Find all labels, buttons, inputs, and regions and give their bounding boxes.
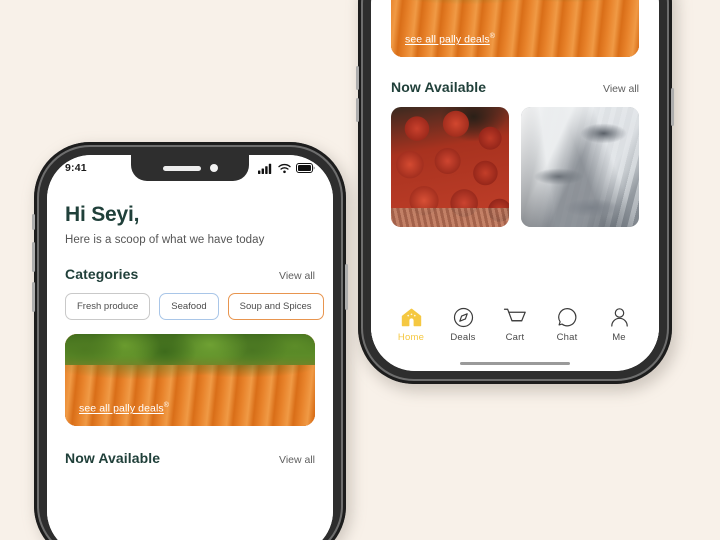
- tab-home-label: Home: [397, 331, 425, 343]
- front-pally-deals-banner[interactable]: see all pally deals®: [65, 334, 315, 426]
- tab-deals[interactable]: Deals: [440, 307, 486, 343]
- front-banner-link-text: see all pally deals: [79, 402, 164, 414]
- compass-icon: [453, 307, 474, 329]
- carrots-photo: [391, 0, 639, 57]
- back-now-available-view-all-link[interactable]: View all: [603, 83, 639, 95]
- wifi-icon: [278, 163, 291, 174]
- front-phone-volume-up-button[interactable]: [32, 242, 35, 272]
- fish-photo: [521, 107, 639, 227]
- tab-me[interactable]: Me: [596, 307, 642, 343]
- tab-chat[interactable]: Chat: [544, 307, 590, 343]
- battery-icon: [296, 163, 315, 173]
- status-bar-icons: [258, 163, 315, 174]
- categories-view-all-link[interactable]: View all: [279, 270, 315, 282]
- product-tile-tomatoes[interactable]: [391, 107, 509, 227]
- back-banner-registered-mark: ®: [489, 32, 496, 40]
- front-phone-status-bar: 9:41: [47, 155, 333, 181]
- carrot-bodies-decor: [65, 365, 315, 426]
- home-icon: [401, 307, 422, 329]
- tab-cart[interactable]: Cart: [492, 307, 538, 343]
- front-banner-registered-mark: ®: [163, 401, 170, 409]
- cart-icon: [503, 307, 527, 329]
- front-phone-content: Hi Seyi, Here is a scoop of what we have…: [47, 203, 333, 466]
- greeting-subtitle: Here is a scoop of what we have today: [65, 234, 265, 246]
- front-phone-volume-down-button[interactable]: [32, 282, 35, 312]
- product-tile-fish[interactable]: [521, 107, 639, 227]
- bottom-tab-bar: Home Deals Cart Chat Me: [371, 300, 659, 359]
- front-now-available-header: Now Available View all: [65, 450, 315, 466]
- categories-header: Categories View all: [65, 266, 315, 282]
- back-phone-home-indicator[interactable]: [460, 361, 570, 365]
- chat-icon: [557, 307, 578, 329]
- back-banner-link-text: see all pally deals: [405, 33, 490, 45]
- front-phone-screen: 9:41 Hi Seyi, Here is a scoop of what we…: [47, 155, 333, 540]
- back-phone-frame: see all pally deals® Now Available View …: [356, 0, 674, 384]
- category-pill-fresh-produce[interactable]: Fresh produce: [65, 293, 151, 320]
- canvas: see all pally deals® Now Available View …: [0, 0, 720, 540]
- back-phone-power-button[interactable]: [671, 88, 674, 126]
- tab-deals-label: Deals: [450, 331, 476, 343]
- back-phone-scroll-view[interactable]: see all pally deals® Now Available View …: [371, 0, 659, 371]
- front-see-all-pally-deals-link[interactable]: see all pally deals®: [79, 402, 169, 415]
- tab-me-label: Me: [612, 331, 626, 343]
- back-now-available-title: Now Available: [391, 79, 487, 95]
- tab-chat-label: Chat: [556, 331, 578, 343]
- front-phone-scroll-view[interactable]: 9:41 Hi Seyi, Here is a scoop of what we…: [47, 155, 333, 540]
- front-phone-frame: 9:41 Hi Seyi, Here is a scoop of what we…: [32, 142, 348, 540]
- front-now-available-view-all-link[interactable]: View all: [279, 454, 315, 466]
- back-see-all-pally-deals-link[interactable]: see all pally deals®: [405, 33, 495, 46]
- back-phone-volume-up-button[interactable]: [356, 66, 359, 90]
- front-phone-ringer-switch[interactable]: [32, 214, 35, 230]
- carrot-bodies-decor: [391, 0, 639, 57]
- category-pill-list: Fresh produce Seafood Soup and Spices: [65, 293, 324, 320]
- front-phone-power-button[interactable]: [345, 264, 348, 310]
- back-pally-deals-banner[interactable]: see all pally deals®: [391, 0, 639, 57]
- category-pill-seafood[interactable]: Seafood: [159, 293, 219, 320]
- back-phone-screen: see all pally deals® Now Available View …: [371, 0, 659, 371]
- tab-cart-label: Cart: [505, 331, 525, 343]
- categories-title: Categories: [65, 266, 139, 282]
- tomatoes-photo: [391, 107, 509, 227]
- back-now-available-tiles: [391, 107, 639, 227]
- status-bar-time: 9:41: [65, 162, 87, 174]
- tab-home[interactable]: Home: [388, 307, 434, 343]
- back-now-available-header: Now Available View all: [391, 79, 639, 95]
- category-pill-soup-and-spices[interactable]: Soup and Spices: [227, 293, 324, 320]
- back-phone-volume-down-button[interactable]: [356, 98, 359, 122]
- back-phone-content: see all pally deals® Now Available View …: [371, 0, 659, 301]
- person-icon: [610, 307, 629, 329]
- front-now-available-title: Now Available: [65, 450, 161, 466]
- greeting-title: Hi Seyi,: [65, 203, 140, 226]
- cellular-signal-icon: [258, 163, 273, 174]
